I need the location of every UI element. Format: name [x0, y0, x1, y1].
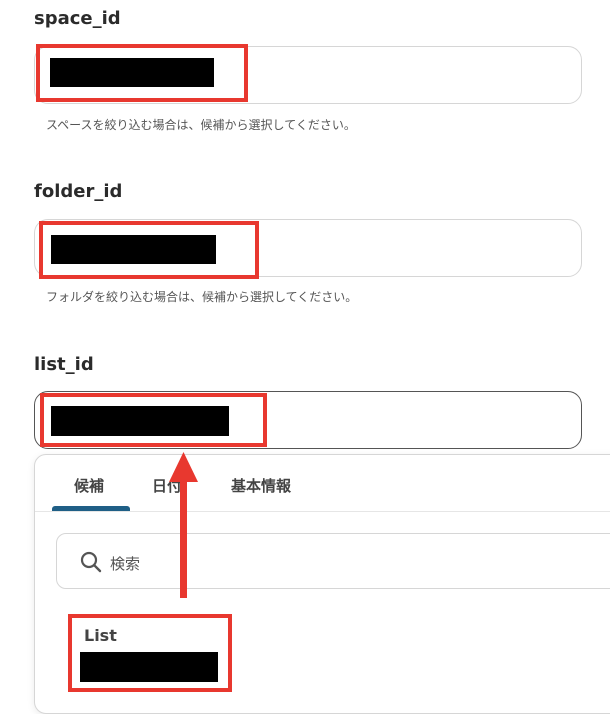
arrow-up-icon [169, 452, 198, 598]
